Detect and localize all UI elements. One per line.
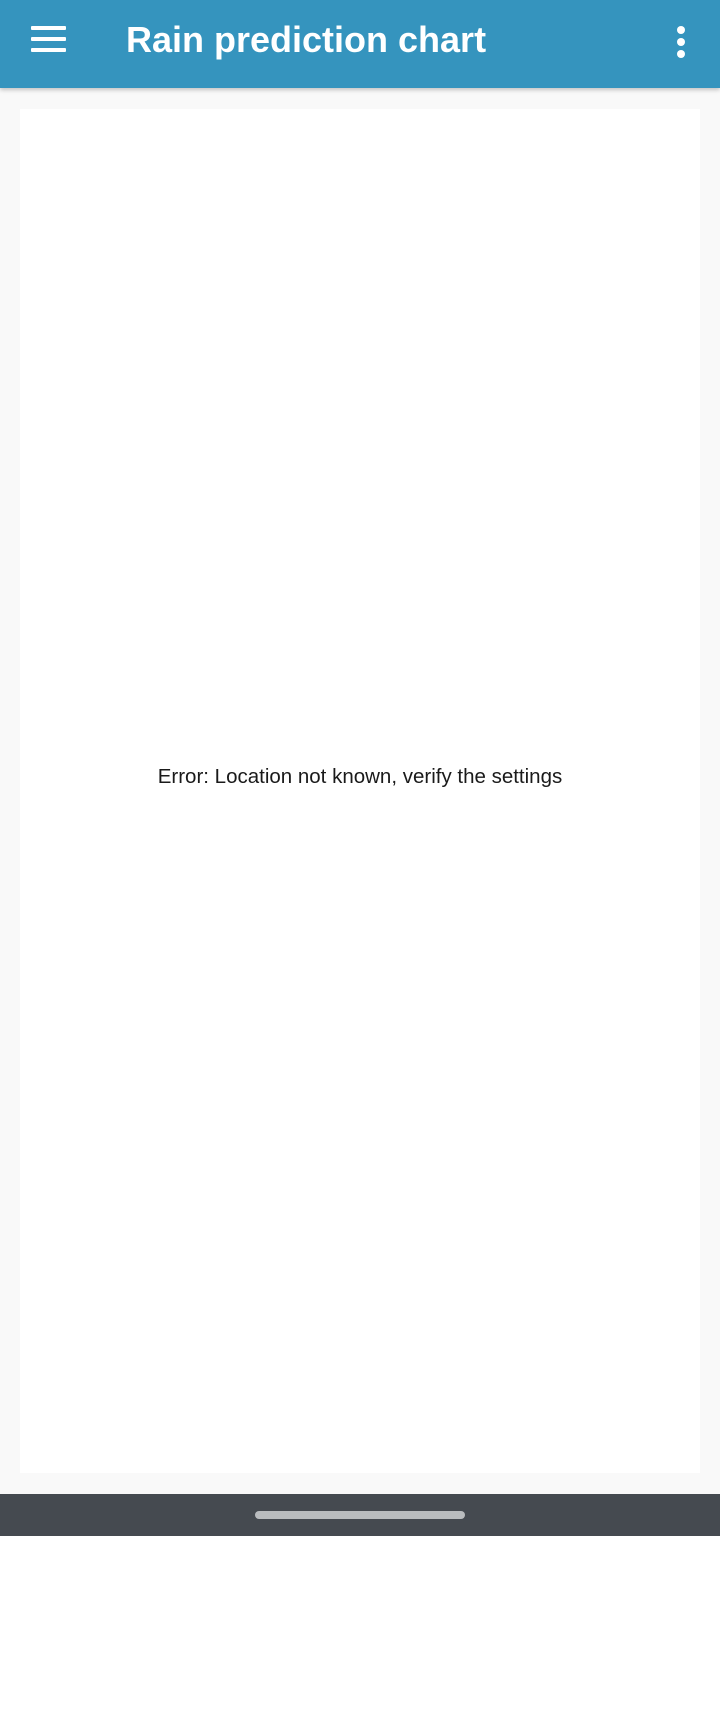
page-title: Rain prediction chart xyxy=(126,19,487,60)
overflow-menu-button[interactable] xyxy=(660,14,702,66)
hamburger-menu-icon-line xyxy=(31,48,66,52)
chart-card: Error: Location not known, verify the se… xyxy=(20,109,700,1473)
navigation-menu-button[interactable] xyxy=(18,14,78,74)
more-vertical-icon-dot xyxy=(677,50,685,58)
app-toolbar: Rain prediction chart xyxy=(0,0,720,88)
home-gesture-handle[interactable] xyxy=(255,1511,465,1519)
more-vertical-icon-dot xyxy=(677,38,685,46)
hamburger-menu-icon-line xyxy=(31,37,66,41)
more-vertical-icon xyxy=(677,26,685,34)
system-navigation-bar xyxy=(0,1494,720,1536)
app-screen: Rain prediction chart Error: Location no… xyxy=(0,0,720,1536)
hamburger-menu-icon xyxy=(31,26,66,30)
error-message: Error: Location not known, verify the se… xyxy=(157,765,563,788)
